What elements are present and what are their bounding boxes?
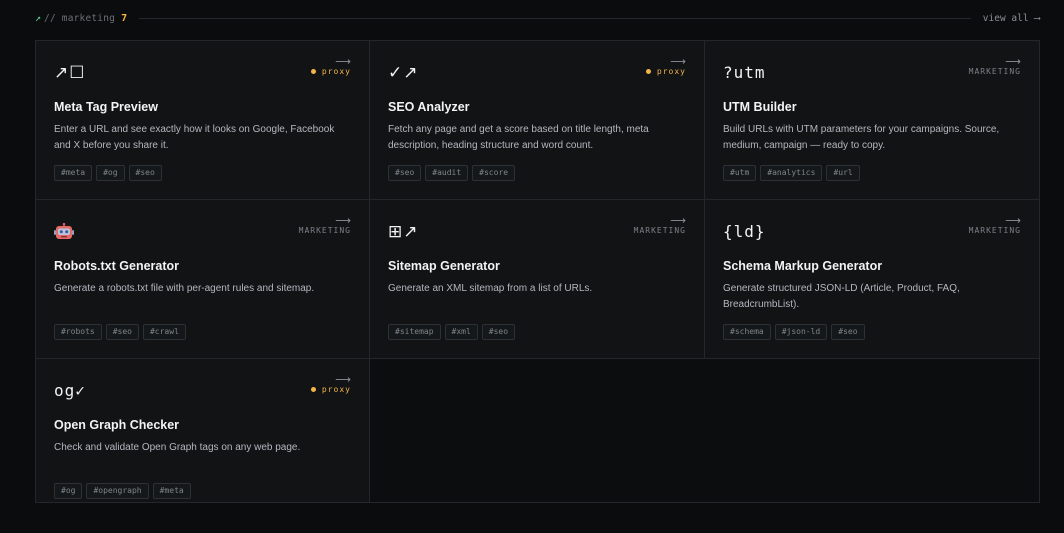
open-arrow-icon: ⟶ <box>670 215 686 227</box>
tool-card-sitemap-generator[interactable]: ⊞↗ ⟶ MARKETING Sitemap Generator Generat… <box>370 200 705 359</box>
tag[interactable]: #score <box>472 165 516 181</box>
open-arrow-icon: ⟶ <box>1005 215 1021 227</box>
grid-empty-cell <box>370 359 1039 502</box>
open-arrow-icon: ⟶ <box>670 56 686 68</box>
tag[interactable]: #url <box>826 165 860 181</box>
open-arrow-icon: ⟶ <box>335 56 351 68</box>
tag-list: #robots #seo #crawl <box>54 324 186 340</box>
tools-grid: ↗☐ ⟶ proxy Meta Tag Preview Enter a URL … <box>35 40 1040 503</box>
card-title: Open Graph Checker <box>54 418 180 432</box>
section-header: ↗ // marketing 7 view all ⟶ <box>35 11 1040 25</box>
tag[interactable]: #opengraph <box>86 483 149 499</box>
card-description: Enter a URL and see exactly how it looks… <box>54 124 335 151</box>
card-title: Schema Markup Generator <box>723 259 883 273</box>
external-preview-icon: ↗☐ <box>54 63 86 82</box>
tag[interactable]: #meta <box>54 165 93 181</box>
json-ld-icon: {ld} <box>723 222 766 241</box>
trend-arrow-icon: ↗ <box>35 12 42 24</box>
tag[interactable]: #meta <box>152 483 191 499</box>
tag[interactable]: #seo <box>831 324 865 340</box>
category-badge: MARKETING <box>633 226 686 235</box>
tag[interactable]: #seo <box>105 324 139 340</box>
robot-icon <box>54 222 74 245</box>
category-badge: MARKETING <box>968 226 1021 235</box>
tool-card-schema-markup-generator[interactable]: {ld} ⟶ MARKETING Schema Markup Generator… <box>705 200 1039 359</box>
proxy-dot-icon <box>310 69 316 74</box>
tool-card-robots-txt-generator[interactable]: ⟶ MARKETING Robots.txt Generator Generat… <box>36 200 370 359</box>
view-all-link[interactable]: view all ⟶ <box>983 13 1040 24</box>
header-divider <box>139 17 971 19</box>
tag[interactable]: #utm <box>723 165 757 181</box>
tag[interactable]: #json-ld <box>774 324 828 340</box>
card-title: Meta Tag Preview <box>54 100 158 114</box>
proxy-dot-icon <box>645 69 651 74</box>
tag-list: #og #opengraph #meta <box>54 483 191 499</box>
category-badge: MARKETING <box>968 67 1021 76</box>
tag[interactable]: #audit <box>425 165 469 181</box>
tag[interactable]: #sitemap <box>388 324 441 340</box>
tag-list: #utm #analytics #url <box>723 165 860 181</box>
open-arrow-icon: ⟶ <box>335 215 351 227</box>
card-description: Generate an XML sitemap from a list of U… <box>388 283 593 294</box>
card-title: Sitemap Generator <box>388 259 500 273</box>
tag-list: #meta #og #seo <box>54 165 162 181</box>
proxy-badge: proxy <box>310 67 351 76</box>
utm-icon: ?utm <box>723 63 766 82</box>
sitemap-grid-icon: ⊞↗ <box>388 222 419 241</box>
category-badge: MARKETING <box>298 226 351 235</box>
tag[interactable]: #seo <box>481 324 516 340</box>
tag[interactable]: #schema <box>723 324 771 340</box>
proxy-badge: proxy <box>645 67 686 76</box>
card-description: Build URLs with UTM parameters for your … <box>723 124 1000 151</box>
check-arrow-icon: ✓↗ <box>388 63 419 82</box>
tool-card-open-graph-checker[interactable]: og✓ ⟶ proxy Open Graph Checker Check and… <box>36 359 370 502</box>
card-title: Robots.txt Generator <box>54 259 180 273</box>
tool-card-seo-analyzer[interactable]: ✓↗ ⟶ proxy SEO Analyzer Fetch any page a… <box>370 41 705 200</box>
tag[interactable]: #og <box>54 483 83 499</box>
tag-list: #schema #json-ld #seo <box>723 324 865 340</box>
tag[interactable]: #robots <box>54 324 102 340</box>
tag[interactable]: #xml <box>444 324 478 340</box>
open-arrow-icon: ⟶ <box>335 374 351 386</box>
card-description: Check and validate Open Graph tags on an… <box>54 442 301 453</box>
tool-card-meta-tag-preview[interactable]: ↗☐ ⟶ proxy Meta Tag Preview Enter a URL … <box>36 41 370 200</box>
card-description: Generate a robots.txt file with per-agen… <box>54 283 315 294</box>
card-title: SEO Analyzer <box>388 100 470 114</box>
tag-list: #sitemap #xml #seo <box>388 324 516 340</box>
tag[interactable]: #crawl <box>142 324 186 340</box>
section-count: 7 <box>121 12 128 24</box>
proxy-badge: proxy <box>310 385 351 394</box>
tag[interactable]: #og <box>96 165 125 181</box>
tool-card-utm-builder[interactable]: ?utm ⟶ MARKETING UTM Builder Build URLs … <box>705 41 1039 200</box>
open-arrow-icon: ⟶ <box>1005 56 1021 68</box>
card-description: Generate structured JSON-LD (Article, Pr… <box>723 283 960 310</box>
tag[interactable]: #analytics <box>760 165 823 181</box>
card-title: UTM Builder <box>723 100 797 114</box>
og-check-icon: og✓ <box>54 381 86 400</box>
tag-list: #seo #audit #score <box>388 165 516 181</box>
tag[interactable]: #seo <box>128 165 162 181</box>
card-description: Fetch any page and get a score based on … <box>388 124 649 151</box>
tag[interactable]: #seo <box>388 165 422 181</box>
section-label: // marketing <box>44 12 116 24</box>
proxy-dot-icon <box>310 387 316 392</box>
